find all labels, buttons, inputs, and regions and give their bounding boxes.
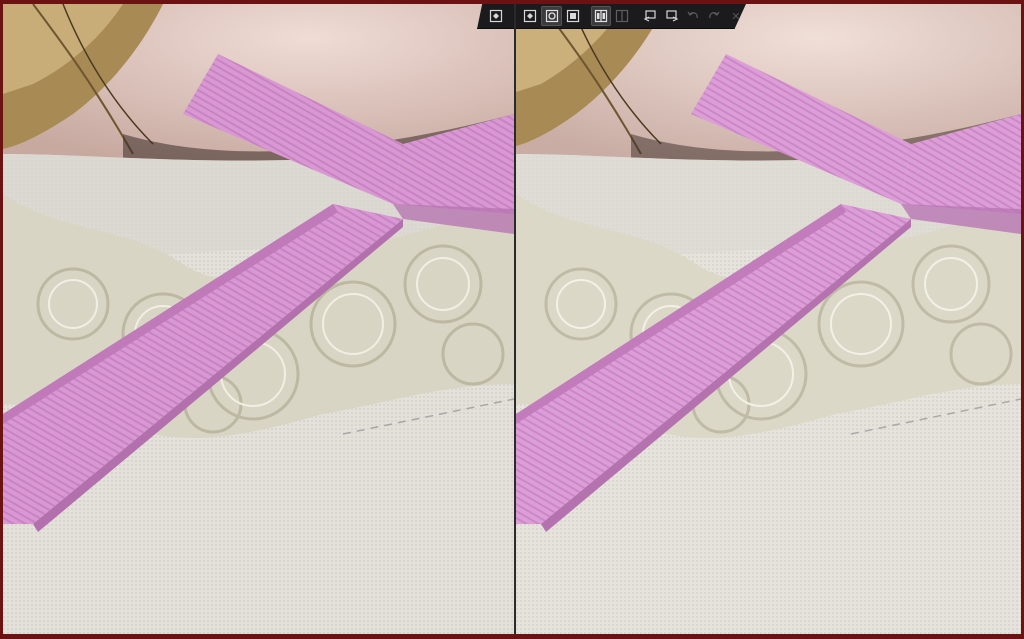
left-preview-panel[interactable] — [3, 4, 514, 634]
right-preview-panel[interactable] — [516, 4, 1021, 634]
split-view-icon — [594, 9, 608, 23]
split-view-button[interactable] — [590, 6, 612, 26]
swap-right-button[interactable] — [662, 6, 682, 26]
zoom-actual-button[interactable] — [563, 6, 583, 26]
single-view-button[interactable] — [612, 6, 632, 26]
undo-button[interactable] — [683, 6, 703, 26]
right-toolbar: ✕ — [516, 4, 746, 29]
undo-icon — [687, 11, 698, 19]
fit-view-button[interactable] — [520, 6, 540, 26]
redo-icon — [709, 11, 720, 19]
swap-left-button[interactable] — [640, 6, 660, 26]
preview-image-left — [3, 4, 514, 634]
single-view-icon — [616, 9, 629, 23]
zoom-actual-icon — [566, 9, 580, 23]
left-toolbar — [477, 4, 514, 29]
fit-view-icon — [489, 9, 502, 23]
zoom-region-button[interactable] — [541, 6, 562, 26]
fit-view-button-left[interactable] — [485, 6, 507, 26]
redo-button[interactable] — [704, 6, 724, 26]
fit-view-icon — [524, 9, 537, 23]
zoom-region-icon — [545, 9, 558, 23]
swap-left-icon — [644, 10, 656, 22]
preview-image-right — [516, 4, 1021, 634]
swap-right-icon — [666, 10, 679, 22]
